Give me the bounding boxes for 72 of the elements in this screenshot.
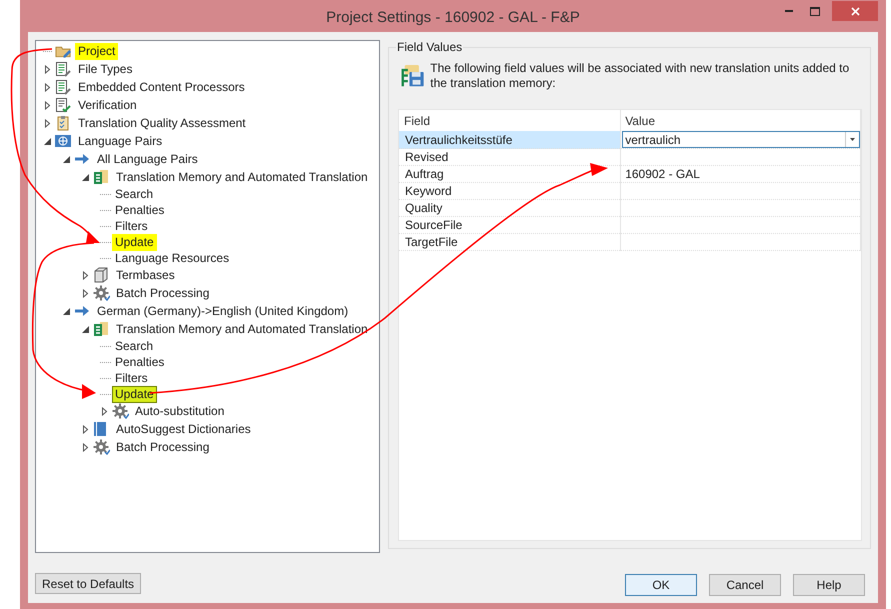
termbase-icon [93, 267, 109, 283]
field-name-cell[interactable]: Vertraulichkeitsstüfe [399, 131, 621, 148]
window-title: Project Settings - 160902 - GAL - F&P [326, 8, 580, 26]
tree-item[interactable]: Batch Processing [113, 284, 212, 302]
clipboard-icon [55, 115, 71, 131]
description-text: The following field values will be associated with new translation units added to the translation memory: [430, 61, 850, 92]
maximize-icon [810, 6, 820, 16]
field-name-cell[interactable]: SourceFile [399, 216, 621, 234]
close-button[interactable] [832, 1, 878, 21]
expand-toggle[interactable] [43, 82, 52, 92]
tree-item[interactable]: Update [112, 234, 157, 250]
tree-item[interactable]: Language Resources [112, 250, 232, 266]
tree-item[interactable]: File Types [75, 60, 136, 78]
tree-item[interactable]: Project [75, 42, 118, 60]
expand-toggle[interactable] [81, 424, 90, 434]
tree-item[interactable]: Auto-substitution [132, 402, 228, 420]
collapse-toggle[interactable] [81, 172, 90, 182]
tree-item[interactable]: Batch Processing [113, 438, 212, 456]
document-wrench-icon [55, 79, 71, 95]
document-check-icon [55, 97, 71, 113]
globe-icon [55, 134, 71, 148]
database-icon [93, 321, 109, 337]
tree-item[interactable]: Translation Memory and Automated Translation [113, 320, 371, 338]
dialog-button[interactable]: Reset to Defaults [35, 573, 142, 594]
expand-toggle[interactable] [43, 118, 52, 128]
collapse-toggle[interactable] [62, 154, 71, 164]
field-name-cell[interactable]: Quality [399, 200, 621, 216]
tree-item[interactable]: Verification [75, 96, 140, 114]
gear-icon [93, 439, 110, 455]
expand-toggle[interactable] [100, 406, 109, 416]
expand-toggle[interactable] [81, 288, 90, 298]
tree-item[interactable]: Embedded Content Processors [75, 78, 248, 96]
tree-item[interactable]: Translation Memory and Automated Translation [113, 168, 371, 186]
tree-item[interactable]: Translation Quality Assessment [75, 114, 249, 132]
right-arrow-icon [74, 305, 90, 317]
tree-item[interactable]: Language Pairs [75, 132, 166, 150]
dialog-button[interactable]: Cancel [709, 574, 781, 596]
minimize-icon [785, 10, 793, 12]
tree-item[interactable]: Filters [112, 218, 151, 234]
dialog-button[interactable]: OK [625, 574, 697, 596]
tree-item[interactable]: All Language Pairs [94, 150, 201, 168]
collapse-toggle[interactable] [81, 324, 90, 334]
database-icon [93, 169, 109, 185]
tree-item[interactable]: German (Germany)->English (United Kingdom) [94, 302, 352, 320]
group-title: Field Values [396, 40, 464, 54]
expand-toggle[interactable] [81, 270, 90, 280]
field-name-cell[interactable]: TargetFile [399, 234, 621, 250]
tree-item[interactable]: Search [112, 338, 156, 354]
gear-icon [112, 403, 129, 419]
value-cell[interactable]: 160902 - GAL [620, 166, 860, 182]
column-header[interactable]: Value [620, 110, 860, 131]
collapse-toggle[interactable] [62, 306, 71, 316]
tree-item[interactable]: Penalties [112, 354, 168, 370]
caret-icon [850, 138, 855, 141]
tree-item[interactable]: Search [112, 186, 156, 202]
tree-item[interactable]: Penalties [112, 202, 168, 218]
collapse-toggle[interactable] [43, 136, 52, 146]
tree-item[interactable]: Update [112, 386, 157, 402]
close-icon [850, 6, 860, 16]
book-icon [93, 421, 107, 437]
document-wrench-icon [55, 61, 71, 77]
tree-item[interactable]: Termbases [113, 266, 178, 284]
gear-icon [93, 285, 110, 301]
tree-item[interactable]: Filters [112, 370, 151, 386]
expand-toggle[interactable] [81, 442, 90, 452]
field-name-cell[interactable]: Keyword [399, 182, 621, 200]
right-arrow-icon [74, 153, 90, 165]
dialog-button[interactable]: Help [793, 574, 865, 596]
expand-toggle[interactable] [43, 100, 52, 110]
tree-item[interactable]: AutoSuggest Dictionaries [113, 420, 254, 438]
expand-toggle[interactable] [43, 64, 52, 74]
value-dropdown[interactable]: vertraulich [622, 131, 860, 148]
